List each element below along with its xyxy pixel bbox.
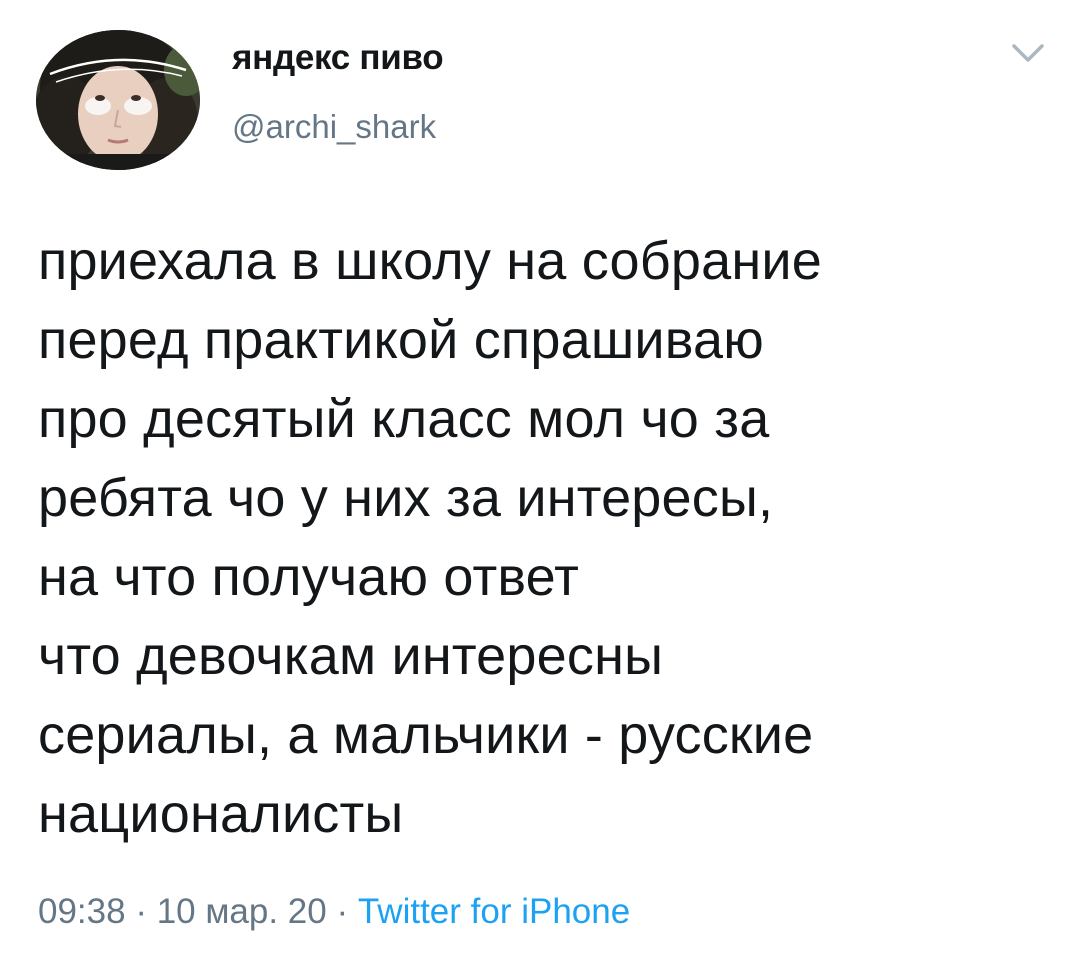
- tweet-date[interactable]: 10 мар. 20: [157, 892, 327, 931]
- tweet-line: что девочкам интересны: [38, 626, 664, 686]
- tweet-line: на что получаю ответ: [38, 547, 580, 607]
- tweet-source-link[interactable]: Twitter for iPhone: [358, 892, 630, 931]
- tweet-menu-button[interactable]: [1006, 36, 1050, 70]
- tweet-meta: 09:38 · 10 мар. 20 · Twitter for iPhone: [38, 892, 630, 932]
- tweet-card: яндекс пиво @archi_shark приехала в школ…: [0, 0, 1080, 966]
- tweet-text: приехала в школу на собрание перед практ…: [38, 222, 1048, 854]
- tweet-line: про десятый класс мол чо за: [38, 389, 770, 449]
- meta-separator: ·: [326, 892, 358, 931]
- tweet-line: националисты: [38, 784, 404, 844]
- avatar-photo-icon: [36, 30, 200, 170]
- tweet-line: приехала в школу на собрание: [38, 231, 822, 291]
- tweet-line: сериалы, а мальчики - русские: [38, 705, 814, 765]
- user-avatar[interactable]: [36, 30, 200, 170]
- tweet-line: перед практикой спрашиваю: [38, 310, 764, 370]
- tweet-time[interactable]: 09:38: [38, 892, 126, 931]
- author-handle[interactable]: @archi_shark: [232, 108, 436, 146]
- meta-separator: ·: [125, 892, 157, 931]
- chevron-down-icon: [1012, 44, 1044, 62]
- tweet-line: ребята чо у них за интересы,: [38, 468, 774, 528]
- author-display-name[interactable]: яндекс пиво: [232, 38, 444, 78]
